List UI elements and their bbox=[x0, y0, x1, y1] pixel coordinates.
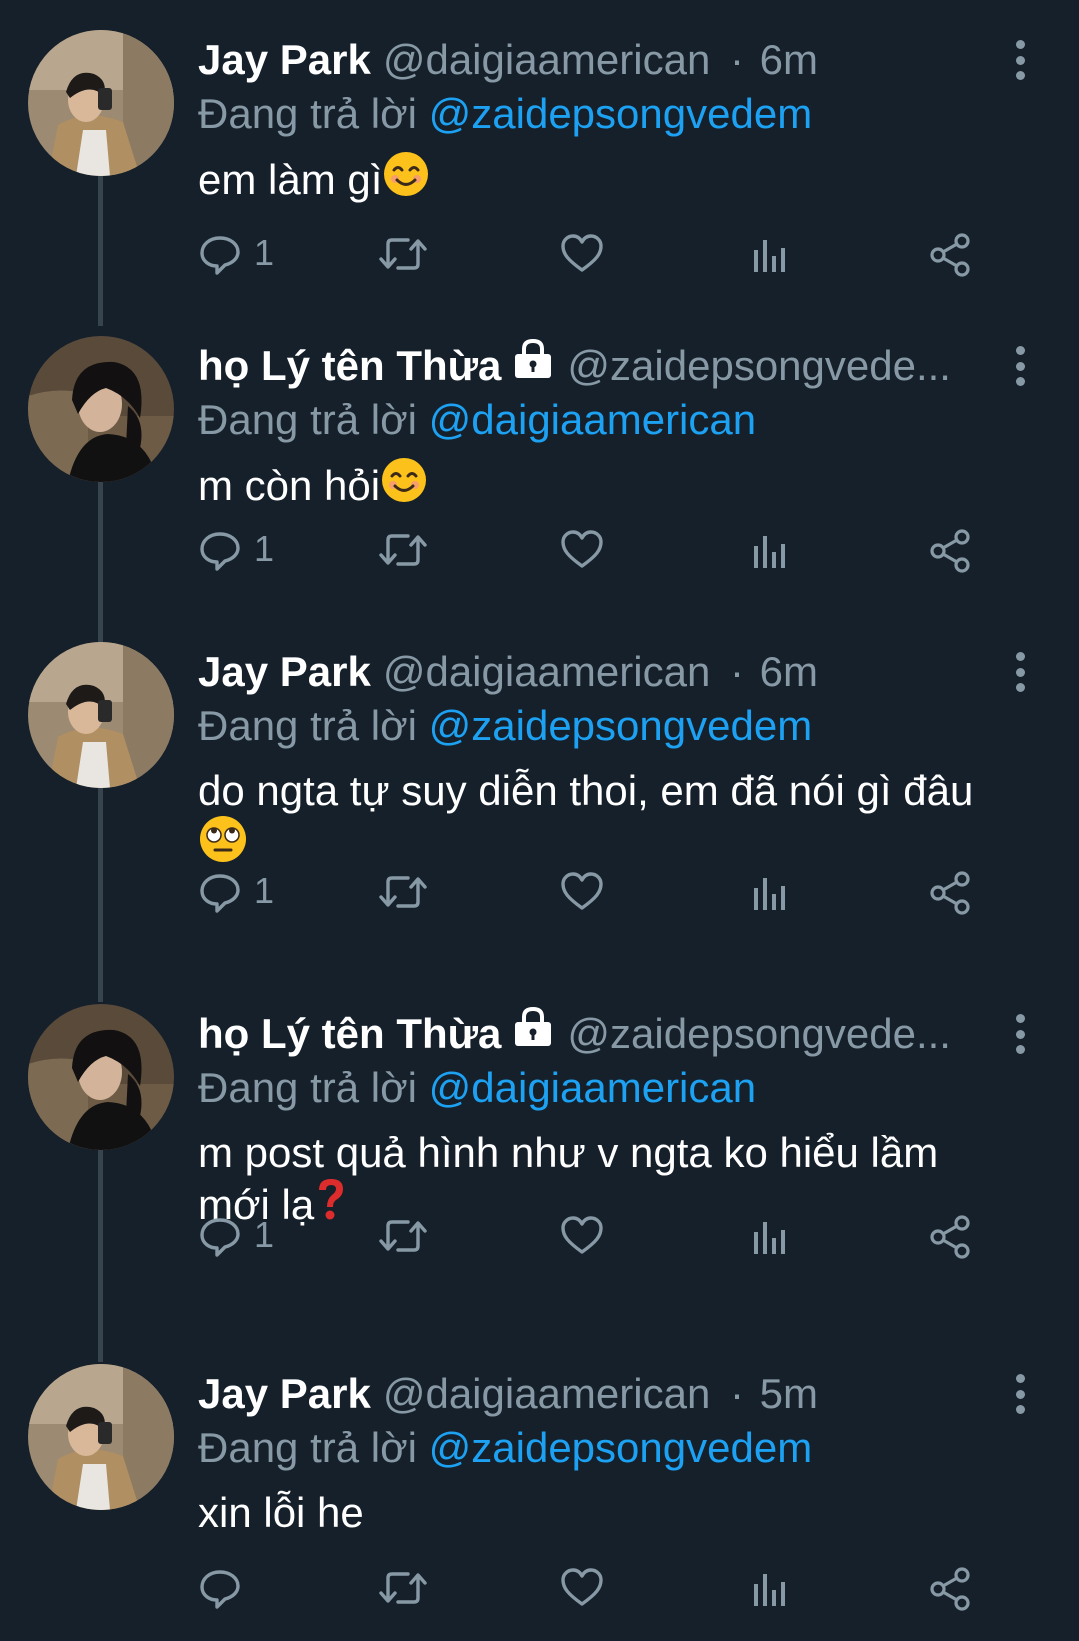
replying-to-line: Đang trả lời @zaidepsongvedem bbox=[198, 86, 812, 142]
tweet-text: do ngta tự suy diễn thoi, em đã nói gì đ… bbox=[198, 765, 1038, 879]
mention-link[interactable]: @zaidepsongvedem bbox=[429, 1424, 813, 1471]
reply-button[interactable] bbox=[198, 1562, 278, 1612]
protected-account-lock-icon bbox=[511, 1006, 555, 1061]
tweet[interactable]: họ Lý tên Thừa @zaidepsongvede... Đang tr… bbox=[0, 974, 1079, 1334]
retweet-button[interactable] bbox=[378, 1210, 428, 1260]
like-button[interactable] bbox=[560, 1562, 610, 1612]
display-name[interactable]: họ Lý tên Thừa bbox=[198, 1010, 501, 1057]
smiling-face-icon bbox=[382, 150, 430, 210]
display-name[interactable]: họ Lý tên Thừa bbox=[198, 342, 501, 389]
username-handle[interactable]: @daigiaamerican bbox=[383, 36, 710, 83]
reply-count: 1 bbox=[254, 870, 275, 911]
timestamp[interactable]: 6m bbox=[760, 36, 818, 83]
username-handle[interactable]: @zaidepsongvede... bbox=[567, 342, 951, 389]
timestamp[interactable]: 6m bbox=[760, 648, 818, 695]
time-separator: · bbox=[729, 1370, 744, 1417]
share-button[interactable] bbox=[928, 866, 978, 916]
tweet-text-line: xin lỗi he bbox=[198, 1489, 364, 1536]
replying-to-line: Đang trả lời @daigiaamerican bbox=[198, 392, 756, 448]
tweet[interactable]: họ Lý tên Thừa @zaidepsongvede... Đang tr… bbox=[0, 306, 1079, 612]
tweet-text-line: em làm gì bbox=[198, 156, 383, 204]
like-button[interactable] bbox=[560, 228, 610, 278]
replying-to-line: Đang trả lời @daigiaamerican bbox=[198, 1060, 756, 1116]
reply-button[interactable]: 1 bbox=[198, 1210, 278, 1260]
tweet-text: xin lỗi he bbox=[198, 1487, 1038, 1539]
share-button[interactable] bbox=[928, 1562, 978, 1612]
analytics-button[interactable] bbox=[748, 866, 798, 916]
tweet-actions bbox=[198, 1562, 1028, 1612]
tweet-header: Jay Park @daigiaamerican · 6m bbox=[198, 32, 958, 88]
mention-link[interactable]: @zaidepsongvedem bbox=[429, 90, 813, 137]
avatar-jay-park[interactable] bbox=[28, 642, 174, 788]
more-options-icon[interactable] bbox=[1008, 1014, 1034, 1054]
share-button[interactable] bbox=[928, 228, 978, 278]
replying-to-label: Đang trả lời bbox=[198, 702, 417, 749]
username-handle[interactable]: @daigiaamerican bbox=[383, 1370, 710, 1417]
retweet-button[interactable] bbox=[378, 866, 428, 916]
analytics-button[interactable] bbox=[748, 1210, 798, 1260]
mention-link[interactable]: @daigiaamerican bbox=[429, 1064, 756, 1111]
analytics-button[interactable] bbox=[748, 1562, 798, 1612]
protected-account-lock-icon bbox=[511, 338, 555, 393]
tweet[interactable]: Jay Park @daigiaamerican · 6m Đang trả lờ… bbox=[0, 612, 1079, 972]
share-button[interactable] bbox=[928, 1210, 978, 1260]
replying-to-line: Đang trả lời @zaidepsongvedem bbox=[198, 1420, 812, 1476]
replying-to-line: Đang trả lời @zaidepsongvedem bbox=[198, 698, 812, 754]
like-button[interactable] bbox=[560, 1210, 610, 1260]
analytics-button[interactable] bbox=[748, 524, 798, 574]
avatar-jay-park[interactable] bbox=[28, 1364, 174, 1510]
tweet-text: m còn hỏi bbox=[198, 456, 1038, 519]
reply-button[interactable]: 1 bbox=[198, 524, 278, 574]
mention-link[interactable]: @daigiaamerican bbox=[429, 396, 756, 443]
avatar-ho-ly-ten-thua[interactable] bbox=[28, 336, 174, 482]
tweet-actions: 1 bbox=[198, 228, 1028, 278]
tweet-text: em làm gì bbox=[198, 150, 1038, 213]
timestamp[interactable]: 5m bbox=[760, 1370, 818, 1417]
conversation-thread: Jay Park @daigiaamerican · 6m Đang trả lờ… bbox=[0, 0, 1079, 1641]
time-separator: · bbox=[729, 648, 744, 695]
tweet-header: Jay Park @daigiaamerican · 6m bbox=[198, 644, 958, 700]
replying-to-label: Đang trả lời bbox=[198, 1064, 417, 1111]
reply-button[interactable]: 1 bbox=[198, 228, 278, 278]
reply-count: 1 bbox=[254, 528, 275, 569]
tweet-actions: 1 bbox=[198, 1210, 1028, 1260]
avatar-ho-ly-ten-thua[interactable] bbox=[28, 1004, 174, 1150]
tweet[interactable]: Jay Park @daigiaamerican · 5m Đang trả lờ… bbox=[0, 1334, 1079, 1641]
time-separator: · bbox=[729, 36, 744, 83]
more-options-icon[interactable] bbox=[1008, 40, 1034, 80]
username-handle[interactable]: @daigiaamerican bbox=[383, 648, 710, 695]
tweet-header: họ Lý tên Thừa @zaidepsongvede... bbox=[198, 1006, 958, 1062]
tweet-text-line: m post quả hình như v ngta ko hiểu lầm bbox=[198, 1129, 939, 1176]
like-button[interactable] bbox=[560, 524, 610, 574]
mention-link[interactable]: @zaidepsongvedem bbox=[429, 702, 813, 749]
reply-count: 1 bbox=[254, 1214, 275, 1255]
display-name[interactable]: Jay Park bbox=[198, 1370, 371, 1417]
display-name[interactable]: Jay Park bbox=[198, 36, 371, 83]
tweet-text-line: do ngta tự suy diễn thoi, em đã nói gì đ… bbox=[198, 767, 974, 814]
retweet-button[interactable] bbox=[378, 228, 428, 278]
tweet-header: Jay Park @daigiaamerican · 5m bbox=[198, 1366, 958, 1422]
more-options-icon[interactable] bbox=[1008, 346, 1034, 386]
reply-count: 1 bbox=[254, 232, 275, 273]
reply-button[interactable]: 1 bbox=[198, 866, 278, 916]
tweet-text-line: m còn hỏi bbox=[198, 462, 381, 510]
like-button[interactable] bbox=[560, 866, 610, 916]
more-options-icon[interactable] bbox=[1008, 652, 1034, 692]
analytics-button[interactable] bbox=[748, 228, 798, 278]
retweet-button[interactable] bbox=[378, 524, 428, 574]
retweet-button[interactable] bbox=[378, 1562, 428, 1612]
share-button[interactable] bbox=[928, 524, 978, 574]
tweet-actions: 1 bbox=[198, 524, 1028, 574]
replying-to-label: Đang trả lời bbox=[198, 396, 417, 443]
smiling-face-icon bbox=[380, 456, 428, 516]
replying-to-label: Đang trả lời bbox=[198, 90, 417, 137]
replying-to-label: Đang trả lời bbox=[198, 1424, 417, 1471]
username-handle[interactable]: @zaidepsongvede... bbox=[567, 1010, 951, 1057]
display-name[interactable]: Jay Park bbox=[198, 648, 371, 695]
more-options-icon[interactable] bbox=[1008, 1374, 1034, 1414]
avatar-jay-park[interactable] bbox=[28, 30, 174, 176]
tweet-header: họ Lý tên Thừa @zaidepsongvede... bbox=[198, 338, 958, 394]
tweet-actions: 1 bbox=[198, 866, 1028, 916]
tweet[interactable]: Jay Park @daigiaamerican · 6m Đang trả lờ… bbox=[0, 0, 1079, 306]
